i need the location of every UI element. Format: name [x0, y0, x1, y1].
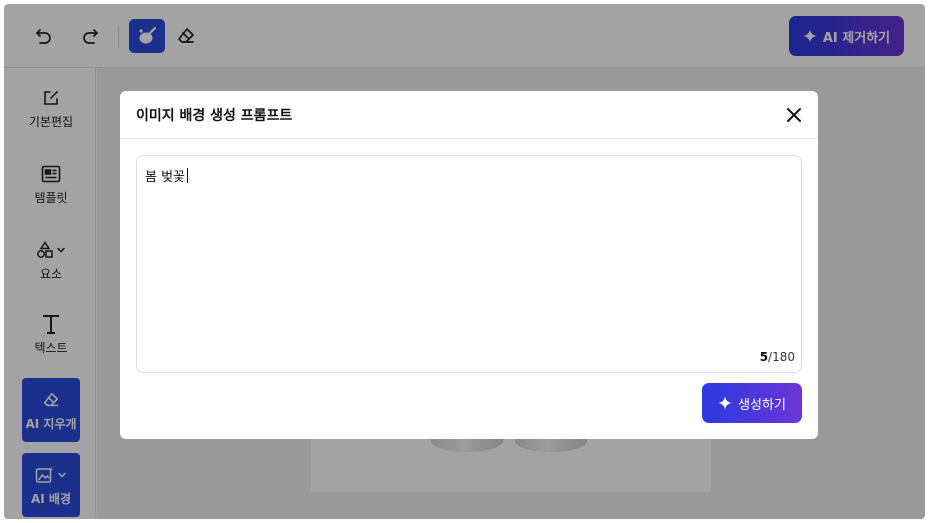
prompt-text-wrapper: 봄 벚꽃: [145, 166, 189, 185]
prompt-textarea[interactable]: 봄 벚꽃 5/180: [136, 155, 802, 373]
background-prompt-dialog: 이미지 배경 생성 프롬프트 봄 벚꽃 5/180 생성하기: [120, 91, 818, 439]
char-max: /180: [768, 350, 795, 364]
char-count: 5: [759, 350, 769, 364]
sparkle-icon: [718, 396, 733, 410]
close-icon: [787, 108, 801, 122]
generate-button[interactable]: 생성하기: [702, 383, 802, 423]
dialog-title: 이미지 배경 생성 프롬프트: [136, 108, 293, 124]
prompt-value: 봄 벚꽃: [145, 170, 186, 185]
dialog-header: 이미지 배경 생성 프롬프트: [120, 91, 818, 139]
text-caret: [187, 168, 189, 183]
close-button[interactable]: [782, 103, 806, 127]
generate-label: 생성하기: [738, 397, 786, 413]
editor-app: AI 제거하기 기본편집 템플릿 요소 텍스트 AI 지우개 AI 배경 이미지…: [4, 4, 925, 519]
character-counter: 5/180: [760, 350, 795, 364]
